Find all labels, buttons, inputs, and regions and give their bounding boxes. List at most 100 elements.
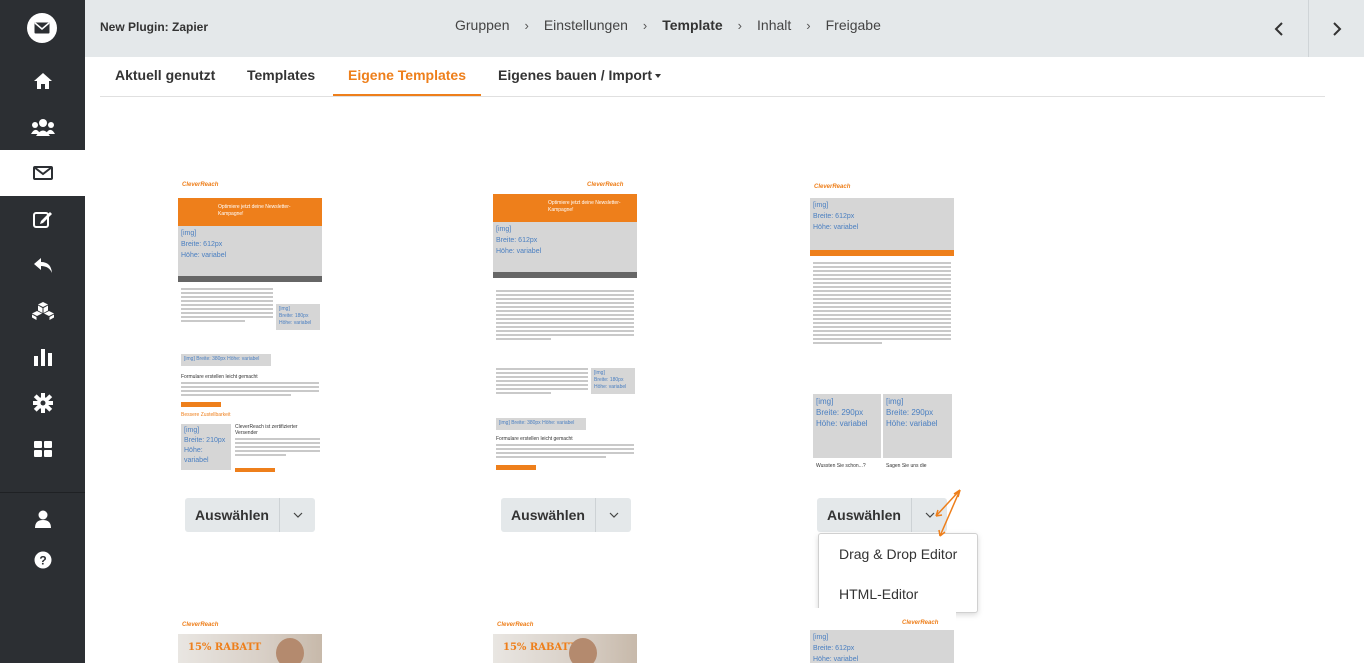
placeholder-height: Höhe: variabel: [813, 224, 859, 231]
chevron-right-icon: ›: [642, 17, 648, 33]
section-heading: Sagen Sie uns die: [886, 463, 927, 469]
body-text: [496, 444, 634, 460]
placeholder-label: [img]: [816, 397, 834, 406]
next-step-button[interactable]: [1308, 0, 1364, 57]
placeholder-label: [img]: [279, 306, 290, 312]
placeholder-label: [img]: [184, 427, 200, 434]
breadcrumb-inhalt[interactable]: Inhalt: [757, 17, 791, 33]
placeholder-label: [img] Breite: 380px: [499, 420, 541, 426]
sidebar-item-help[interactable]: ?: [0, 537, 85, 583]
sidebar-item-integrations[interactable]: [0, 288, 85, 334]
placeholder-height: Höhe: variabel: [181, 252, 227, 259]
template-preview-1[interactable]: CleverReach Optimiere jetzt deine Newsle…: [178, 170, 324, 472]
top-bar: New Plugin: Zapier Gruppen › Einstellung…: [85, 0, 1364, 57]
chevron-down-icon: [925, 512, 934, 518]
template-preview-2[interactable]: CleverReach Optimiere jetzt deine Newsle…: [493, 170, 639, 472]
breadcrumb-einstellungen[interactable]: Einstellungen: [544, 17, 628, 33]
placeholder-height: Höhe: variabel: [594, 384, 627, 390]
placeholder-height: Höhe: variabel: [496, 248, 542, 255]
placeholder-width: Breite: 290px: [886, 408, 934, 417]
banner-text: Optimiere jetzt deine Newsletter-Kampagn…: [218, 204, 291, 217]
body-text: [496, 368, 588, 396]
chevron-right-icon: ›: [806, 17, 811, 33]
placeholder-label: [img]: [496, 226, 512, 233]
breadcrumb-template[interactable]: Template: [662, 17, 722, 33]
select-options-toggle[interactable]: [596, 498, 631, 532]
image-placeholder: [img] Breite: 612px Höhe: variabel: [810, 630, 954, 663]
cta-button: [496, 465, 536, 470]
placeholder-width: Breite: 612px: [813, 213, 855, 220]
placeholder-width: Breite: 612px: [181, 241, 223, 248]
section-heading: Formulare erstellen leicht gemacht: [181, 374, 258, 380]
sidebar-item-apps[interactable]: [0, 426, 85, 472]
help-icon: ?: [34, 551, 51, 569]
template-preview-3[interactable]: CleverReach [img] Breite: 612px Höhe: va…: [810, 170, 956, 472]
caret-down-icon: [655, 74, 662, 79]
sidebar-item-groups[interactable]: [0, 104, 85, 150]
menu-item-drag-drop-editor[interactable]: Drag & Drop Editor: [839, 546, 957, 562]
sidebar-item-account[interactable]: [0, 496, 85, 542]
image-placeholder-wide: [img] Breite: 380px Höhe: variabel: [181, 354, 271, 366]
placeholder-height: Höhe: variabel: [227, 356, 260, 362]
body-text: [181, 288, 273, 324]
breadcrumb-gruppen[interactable]: Gruppen: [455, 17, 509, 33]
section-heading: Wussten Sie schon...?: [816, 463, 866, 469]
chevron-right-icon: [1332, 21, 1341, 36]
select-button[interactable]: Auswählen: [501, 498, 596, 532]
placeholder-height: Höhe: variabel: [886, 419, 938, 428]
template-preview-6[interactable]: CleverReach [img] Breite: 612px Höhe: va…: [810, 608, 956, 663]
menu-item-html-editor[interactable]: HTML-Editor: [839, 586, 918, 602]
gear-icon: [32, 393, 53, 413]
placeholder-height: Höhe: variabel: [184, 447, 209, 464]
promo-text: 15% RABATT: [188, 642, 262, 653]
placeholder-width: Breite: 290px: [816, 408, 864, 417]
chevron-right-icon: ›: [524, 17, 529, 33]
select-button[interactable]: Auswählen: [185, 498, 280, 532]
banner-text: Optimiere jetzt deine Newsletter-Kampagn…: [548, 200, 621, 213]
person-photo: [276, 638, 304, 663]
placeholder-width: Breite: 612px: [813, 645, 855, 652]
select-button[interactable]: Auswählen: [817, 498, 912, 532]
tab-aktuell-genutzt[interactable]: Aktuell genutzt: [115, 67, 215, 83]
image-placeholder: [img] Breite: 612px Höhe: variabel: [493, 222, 637, 272]
body-text: [813, 262, 951, 346]
brand-logo: CleverReach: [182, 182, 219, 188]
sidebar-item-reports[interactable]: [0, 334, 85, 380]
image-placeholder-half: [img] Breite: 290px Höhe: variabel: [813, 394, 881, 458]
chevron-right-icon: ›: [737, 17, 743, 33]
template-preview-4[interactable]: CleverReach 15% RABATT: [178, 608, 324, 663]
tab-templates[interactable]: Templates: [247, 67, 315, 83]
placeholder-width: Breite: 180px: [279, 313, 309, 319]
placeholder-label: [img]: [181, 230, 197, 237]
page-title: New Plugin: Zapier: [100, 20, 209, 34]
image-placeholder: [img] Breite: 612px Höhe: variabel: [810, 198, 954, 250]
sidebar-item-home[interactable]: [0, 58, 85, 104]
image-placeholder: [img] Breite: 612px Höhe: variabel: [178, 226, 322, 276]
divider-band: [493, 272, 637, 278]
select-options-toggle[interactable]: [280, 498, 315, 532]
user-icon: [34, 510, 51, 528]
tab-eigene-templates[interactable]: Eigene Templates: [348, 67, 466, 83]
placeholder-width: Breite: 210px: [184, 437, 226, 444]
tab-eigenes-bauen[interactable]: Eigenes bauen / Import: [498, 67, 662, 83]
body-text: [496, 290, 634, 342]
image-placeholder-small: [img] Breite: 180px Höhe: variabel: [276, 304, 320, 330]
template-preview-5[interactable]: CleverReach 15% RABATT: [493, 608, 639, 663]
sidebar-item-mail[interactable]: [0, 150, 85, 196]
app-logo[interactable]: [27, 13, 57, 43]
sidebar-item-edit[interactable]: [0, 196, 85, 242]
divider-band: [178, 276, 322, 282]
chevron-down-icon: [293, 512, 302, 518]
editor-dropdown-menu: Drag & Drop Editor HTML-Editor: [818, 533, 978, 613]
select-options-toggle[interactable]: [912, 498, 947, 532]
sidebar-item-settings[interactable]: [0, 380, 85, 426]
image-placeholder-small: [img] Breite: 180px Höhe: variabel: [591, 368, 635, 394]
chevron-left-icon: [1274, 21, 1283, 36]
reply-icon: [33, 258, 52, 273]
sidebar-item-reply[interactable]: [0, 242, 85, 288]
previous-step-button[interactable]: [1251, 0, 1307, 57]
placeholder-height: Höhe: variabel: [542, 420, 575, 426]
breadcrumb-freigabe[interactable]: Freigabe: [826, 17, 881, 33]
select-button-group: Auswählen: [501, 498, 631, 532]
tab-label: Eigenes bauen / Import: [498, 67, 653, 83]
